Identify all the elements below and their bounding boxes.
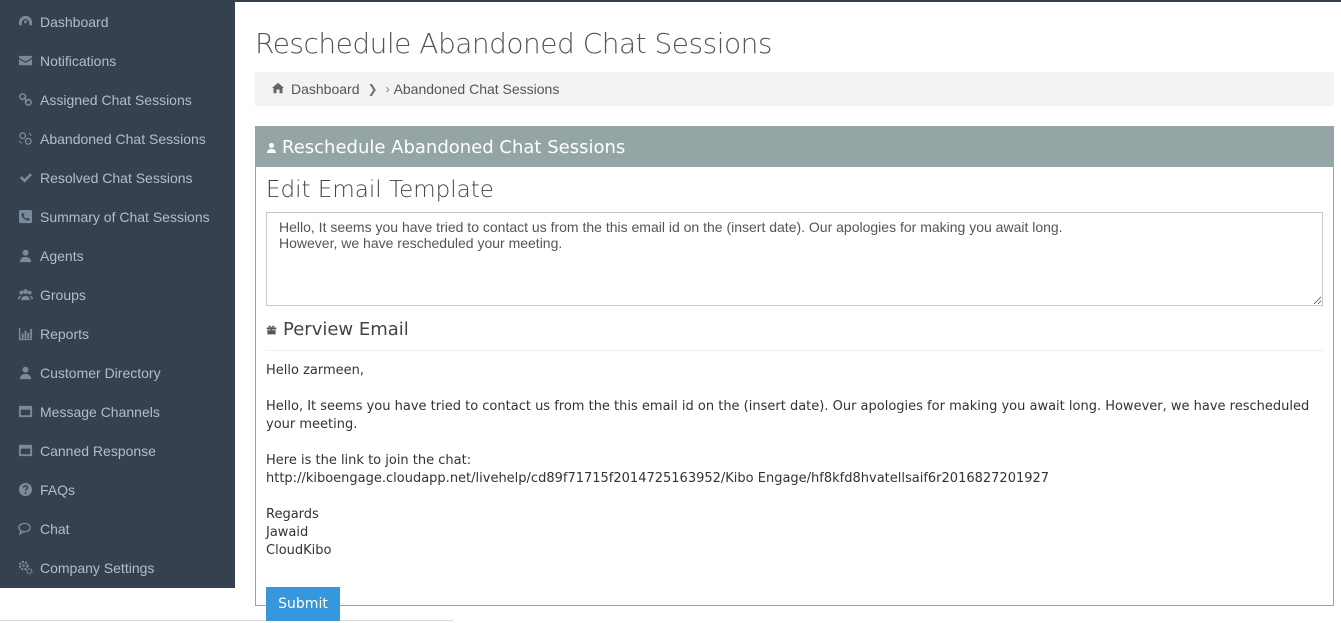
check-icon [17, 170, 33, 186]
sidebar-item-label: Notifications [40, 52, 117, 69]
link-icon [17, 92, 33, 108]
edit-template-title: Edit Email Template [266, 177, 494, 203]
preview-signature: Regards Jawaid CloudKibo [266, 506, 1323, 560]
sidebar-item-agents[interactable]: Agents [0, 236, 235, 275]
user-icon [266, 137, 282, 158]
preview-header: Perview Email [266, 319, 1323, 351]
preview-chat-link: http://kiboengage.cloudapp.net/livehelp/… [266, 471, 1050, 486]
home-icon [272, 81, 291, 97]
sidebar-item-dashboard[interactable]: Dashboard [0, 2, 235, 41]
sidebar-item-label: Dashboard [40, 13, 109, 30]
comments-icon [17, 521, 33, 537]
user-icon [17, 365, 33, 381]
bar-chart-icon [17, 326, 33, 342]
preview-link-block: Here is the link to join the chat: http:… [266, 452, 1323, 488]
page-title: Reschedule Abandoned Chat Sessions [255, 27, 772, 60]
panel-title: Reschedule Abandoned Chat Sessions [282, 136, 626, 158]
sidebar-item-abandoned-chat-sessions[interactable]: Abandoned Chat Sessions [0, 119, 235, 158]
breadcrumb-current: Abandoned Chat Sessions [393, 81, 560, 97]
sidebar-item-label: Assigned Chat Sessions [40, 91, 192, 108]
sidebar-item-label: Agents [40, 247, 84, 264]
sidebar-item-groups[interactable]: Groups [0, 275, 235, 314]
dashboard-icon [17, 14, 33, 30]
sidebar-item-label: Groups [40, 286, 86, 303]
submit-button[interactable]: Submit [266, 587, 340, 621]
sidebar-item-reports[interactable]: Reports [0, 314, 235, 353]
panel-header: Reschedule Abandoned Chat Sessions [256, 127, 1333, 167]
sidebar: Dashboard Notifications Assigned Chat Se… [0, 2, 235, 588]
email-preview: Hello zarmeen, Hello, It seems you have … [266, 362, 1323, 560]
cogs-icon [17, 560, 33, 576]
sidebar-item-message-channels[interactable]: Message Channels [0, 392, 235, 431]
preview-regards: Regards [266, 507, 319, 522]
sidebar-item-chat[interactable]: Chat [0, 509, 235, 548]
breadcrumb: Dashboard ❯ › Abandoned Chat Sessions [255, 72, 1334, 106]
phone-icon [17, 209, 33, 225]
chevron-right-icon: › [385, 82, 390, 96]
sidebar-item-label: Message Channels [40, 403, 160, 420]
sidebar-item-summary-of-chat-sessions[interactable]: Summary of Chat Sessions [0, 197, 235, 236]
preview-greeting: Hello zarmeen, [266, 363, 365, 378]
sidebar-item-label: Canned Response [40, 442, 156, 459]
preview-message: Hello, It seems you have tried to contac… [266, 399, 1310, 432]
sidebar-item-label: Reports [40, 325, 90, 342]
preview-sender-name: Jawaid [266, 525, 309, 540]
sidebar-item-label: FAQs [40, 481, 76, 498]
breadcrumb-dashboard-link[interactable]: Dashboard [291, 81, 360, 97]
window-icon [17, 443, 33, 459]
main-content: Reschedule Abandoned Chat Sessions Dashb… [255, 2, 1334, 621]
sidebar-item-label: Summary of Chat Sessions [40, 208, 210, 225]
question-icon [17, 482, 33, 498]
sidebar-item-label: Abandoned Chat Sessions [40, 130, 206, 147]
gift-icon [266, 319, 283, 340]
sidebar-item-company-settings[interactable]: Company Settings [0, 548, 235, 587]
email-template-textarea[interactable]: Hello, It seems you have tried to contac… [266, 212, 1323, 306]
sidebar-item-label: Resolved Chat Sessions [40, 169, 193, 186]
preview-company: CloudKibo [266, 543, 332, 558]
reschedule-panel: Reschedule Abandoned Chat Sessions Edit … [255, 126, 1334, 621]
sidebar-item-faqs[interactable]: FAQs [0, 470, 235, 509]
sidebar-item-customer-directory[interactable]: Customer Directory [0, 353, 235, 392]
user-icon [17, 248, 33, 264]
users-icon [17, 287, 33, 303]
sidebar-item-label: Company Settings [40, 559, 155, 576]
chevron-right-icon: ❯ [367, 82, 378, 96]
preview-title: Perview Email [283, 319, 409, 340]
envelope-icon [17, 53, 33, 69]
window-icon [17, 404, 33, 420]
sidebar-item-assigned-chat-sessions[interactable]: Assigned Chat Sessions [0, 80, 235, 119]
sidebar-item-resolved-chat-sessions[interactable]: Resolved Chat Sessions [0, 158, 235, 197]
preview-link-intro: Here is the link to join the chat: [266, 453, 472, 468]
sidebar-item-notifications[interactable]: Notifications [0, 41, 235, 80]
sidebar-item-label: Chat [40, 520, 70, 537]
unlink-icon [17, 131, 33, 147]
sidebar-item-canned-response[interactable]: Canned Response [0, 431, 235, 470]
sidebar-item-label: Customer Directory [40, 364, 161, 381]
